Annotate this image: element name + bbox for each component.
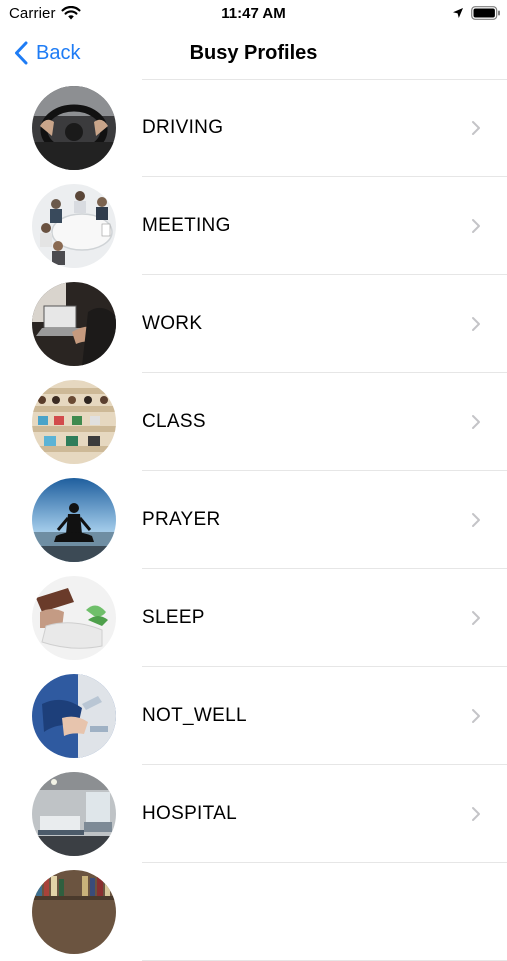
page-title: Busy Profiles [189, 42, 318, 64]
profile-row-work[interactable]: WORK [0, 275, 507, 373]
profile-label: SLEEP [142, 607, 205, 628]
profile-list: DRIVING MEETING WORK CLASS PRAYER SLEEP … [0, 79, 507, 961]
work-photo-icon [32, 282, 116, 366]
hospital-photo-icon [32, 772, 116, 856]
profile-label: WORK [142, 313, 203, 334]
profile-label: PRAYER [142, 509, 221, 530]
class-photo-icon [32, 380, 116, 464]
not-well-photo-icon [32, 674, 116, 758]
profile-row-not-well[interactable]: NOT_WELL [0, 667, 507, 765]
chevron-right-icon [472, 219, 480, 233]
chevron-right-icon [472, 513, 480, 527]
driving-photo-icon [32, 86, 116, 170]
profile-label: DRIVING [142, 117, 224, 138]
profile-row-meeting[interactable]: MEETING [0, 177, 507, 275]
location-arrow-icon [453, 8, 463, 18]
chevron-right-icon [472, 709, 480, 723]
chevron-right-icon [472, 121, 480, 135]
prayer-photo-icon [32, 478, 116, 562]
chevron-right-icon [472, 317, 480, 331]
profile-row-class[interactable]: CLASS [0, 373, 507, 471]
clock-time: 11:47 AM [221, 5, 286, 22]
profile-row-prayer[interactable]: PRAYER [0, 471, 507, 569]
chevron-right-icon [472, 807, 480, 821]
profile-row-driving[interactable]: DRIVING [0, 79, 507, 177]
chevron-right-icon [472, 611, 480, 625]
profile-label: HOSPITAL [142, 803, 237, 824]
profile-label: NOT_WELL [142, 705, 247, 726]
profile-row-sleep[interactable]: SLEEP [0, 569, 507, 667]
navigation-bar: Back Busy Profiles [0, 28, 507, 78]
sleep-photo-icon [32, 576, 116, 660]
profile-label: CLASS [142, 411, 206, 432]
profile-row-hospital[interactable]: HOSPITAL [0, 765, 507, 863]
status-bar: Carrier 11:47 AM [0, 0, 507, 28]
profile-row-partial[interactable] [0, 863, 507, 961]
battery-icon [471, 6, 500, 20]
profile-label: MEETING [142, 215, 231, 236]
chevron-right-icon [472, 415, 480, 429]
library-photo-icon [32, 870, 116, 954]
meeting-photo-icon [32, 184, 116, 268]
